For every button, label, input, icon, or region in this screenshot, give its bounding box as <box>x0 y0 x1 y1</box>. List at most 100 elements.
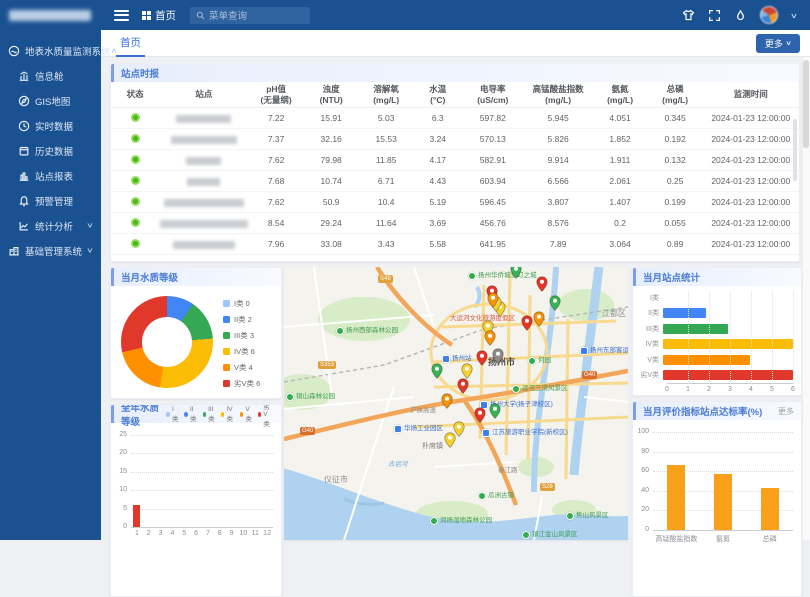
poi-icon <box>442 355 450 363</box>
stacked-bar-segment-劣V类 <box>133 505 140 527</box>
park-poi-icon <box>468 272 476 280</box>
sidebar-section-label: 地表水质量监测系统 <box>25 44 111 58</box>
column-header-conductivity: 电导率(uS/cm) <box>462 82 524 108</box>
legend-item[interactable]: I类 0 <box>223 298 260 309</box>
menu-search-input[interactable]: 菜单查询 <box>190 7 310 24</box>
legend-item[interactable]: V类 <box>240 404 254 428</box>
cell-ph: 7.37 <box>249 129 304 150</box>
map-pin-green[interactable] <box>431 363 443 379</box>
legend-item[interactable]: II类 2 <box>223 314 260 325</box>
sidebar-item-stats-analysis[interactable]: 统计分析∨ <box>0 213 101 238</box>
fullscreen-icon[interactable] <box>708 9 721 22</box>
cell-conductivity: 456.76 <box>462 213 524 234</box>
legend-swatch <box>203 412 206 417</box>
legend-item[interactable]: 劣V类 6 <box>223 378 260 389</box>
map-pin-yellow[interactable] <box>461 363 473 379</box>
legend-label: 劣V类 <box>263 404 274 428</box>
status-online-dot <box>131 155 140 164</box>
map-label-park: 扬州华侨城梦幻之城 <box>468 272 537 280</box>
sidebar-item-alert-management[interactable]: 预警管理 <box>0 188 101 213</box>
compliance-more-link[interactable]: 更多 <box>778 406 794 417</box>
cell-tp: 0.89 <box>648 234 703 255</box>
map-pin-red[interactable] <box>474 407 486 423</box>
hbar-bar-V类 <box>663 355 750 365</box>
theme-skin-icon[interactable] <box>682 9 695 22</box>
sidebar-item-info-cabin[interactable]: 信息舱 <box>0 63 101 88</box>
message-flame-icon[interactable] <box>734 9 747 22</box>
map-label-district: 仪征市 <box>324 475 348 484</box>
breadcrumb[interactable]: 首页 <box>142 8 176 23</box>
park-poi-icon <box>286 393 294 401</box>
map-pin-red[interactable] <box>457 378 469 394</box>
legend-item[interactable]: III类 <box>203 404 217 428</box>
window-scrollbar[interactable] <box>802 57 810 540</box>
map-pin-yellow[interactable] <box>453 421 465 437</box>
map-pin-orange[interactable] <box>441 393 453 409</box>
column-header-station: 站点 <box>159 82 248 108</box>
alert-management-icon <box>18 195 30 207</box>
legend-swatch <box>258 412 261 417</box>
panel-compliance: 当月评价指标站点达标率(%) 更多 020406080100高锰酸盐指数氨氮总磷 <box>632 401 802 597</box>
table-row[interactable]: 7.6279.9811.854.17582.919.9141.9110.1322… <box>111 150 799 171</box>
map-pin-red[interactable] <box>536 276 548 292</box>
legend-label: V类 <box>245 406 253 423</box>
table-row[interactable]: 7.9633.083.435.58641.957.893.0640.892024… <box>111 234 799 255</box>
legend-item[interactable]: IV类 <box>221 404 235 428</box>
map-pin-orange[interactable] <box>484 330 496 346</box>
map-pin-green[interactable] <box>489 403 501 419</box>
station-table: 状态站点pH值(无量纲)浊度(NTU)溶解氧(mg/L)水温(°C)电导率(uS… <box>111 82 799 255</box>
more-button[interactable]: 更多 ∨ <box>756 34 800 53</box>
sidebar-item-realtime-data[interactable]: 实时数据 <box>0 113 101 138</box>
legend-item[interactable]: IV类 6 <box>223 346 260 357</box>
cell-codmn: 6.566 <box>524 171 593 192</box>
map-label-poi-blue: 江苏旅游职业学院(新校区) <box>482 429 568 437</box>
legend-item[interactable]: 劣V类 <box>258 404 274 428</box>
map-pin-green[interactable] <box>549 295 561 311</box>
cell-status <box>111 234 159 255</box>
legend-swatch <box>223 380 230 387</box>
map-label-town: 朴席镇 <box>422 443 443 451</box>
table-row[interactable]: 7.3732.1615.533.24570.135.8261.8520.1922… <box>111 129 799 150</box>
sidebar: 地表水质量监测系统∧信息舱GIS地图实时数据历史数据站点报表预警管理统计分析∨基… <box>0 0 101 540</box>
map-pin-orange[interactable] <box>487 292 499 308</box>
compliance-bar-氨氮 <box>714 474 732 530</box>
status-online-dot <box>131 176 140 185</box>
user-avatar[interactable] <box>760 6 778 24</box>
table-row[interactable]: 7.6810.746.714.43603.946.5662.0610.25202… <box>111 171 799 192</box>
station-name-blurred <box>160 220 248 228</box>
hamburger-menu-icon[interactable] <box>114 10 129 21</box>
main-content: 站点时报 状态站点pH值(无量纲)浊度(NTU)溶解氧(mg/L)水温(°C)电… <box>101 57 810 540</box>
map-label-park: 运河三湾风景区 <box>512 385 568 393</box>
map-pin-orange[interactable] <box>533 311 545 327</box>
sidebar-section-surface-water-system[interactable]: 地表水质量监测系统∧ <box>0 38 101 63</box>
legend-swatch <box>223 364 230 371</box>
legend-item[interactable]: II类 <box>184 404 198 428</box>
table-scrollbar[interactable] <box>793 119 797 181</box>
tab-home[interactable]: 首页 <box>116 29 145 57</box>
table-row[interactable]: 7.2215.915.036.3597.825.9454.0510.345202… <box>111 108 799 129</box>
cell-temp: 4.17 <box>414 150 462 171</box>
legend-item[interactable]: III类 3 <box>223 330 260 341</box>
panel-month-grade: 当月水质等级 I类 0II类 2III类 3IV类 6V类 4劣V类 6 <box>110 267 282 399</box>
user-caret-down-icon[interactable]: ∨ <box>790 11 798 19</box>
sidebar-item-history-data[interactable]: 历史数据 <box>0 138 101 163</box>
table-row[interactable]: 7.6250.910.45.19596.453.8071.4070.199202… <box>111 192 799 213</box>
legend-label: IV类 <box>226 406 234 423</box>
sidebar-item-station-report[interactable]: 站点报表 <box>0 163 101 188</box>
legend-item[interactable]: I类 <box>166 404 180 428</box>
sidebar-section-base-management-system[interactable]: 基础管理系统∨ <box>0 238 101 263</box>
map-pin-red[interactable] <box>476 350 488 366</box>
map-pin-gray[interactable] <box>492 348 504 364</box>
road-number-badge: G40 <box>300 427 315 435</box>
legend-label: I类 0 <box>234 298 250 309</box>
gis-map-panel[interactable]: 扬州市江都区仪征市沪陕高速春江路古运河扬州西部森林公园铜山森林公园运河三湾风景区… <box>284 267 628 540</box>
panel-title-station-stats: 当月站点统计 <box>643 270 700 284</box>
hbar-bar-劣V类 <box>663 370 793 380</box>
sidebar-item-gis-map[interactable]: GIS地图 <box>0 88 101 113</box>
table-row[interactable]: 8.5429.2411.643.69456.768.5760.20.055202… <box>111 213 799 234</box>
legend-item[interactable]: V类 4 <box>223 362 260 373</box>
map-pin-green[interactable] <box>510 267 522 279</box>
scrollbar-thumb[interactable] <box>803 60 809 148</box>
panel-year-grade: 全年水质等级 I类II类III类IV类V类劣V类 051015202512345… <box>110 404 282 597</box>
map-pin-red[interactable] <box>521 315 533 331</box>
